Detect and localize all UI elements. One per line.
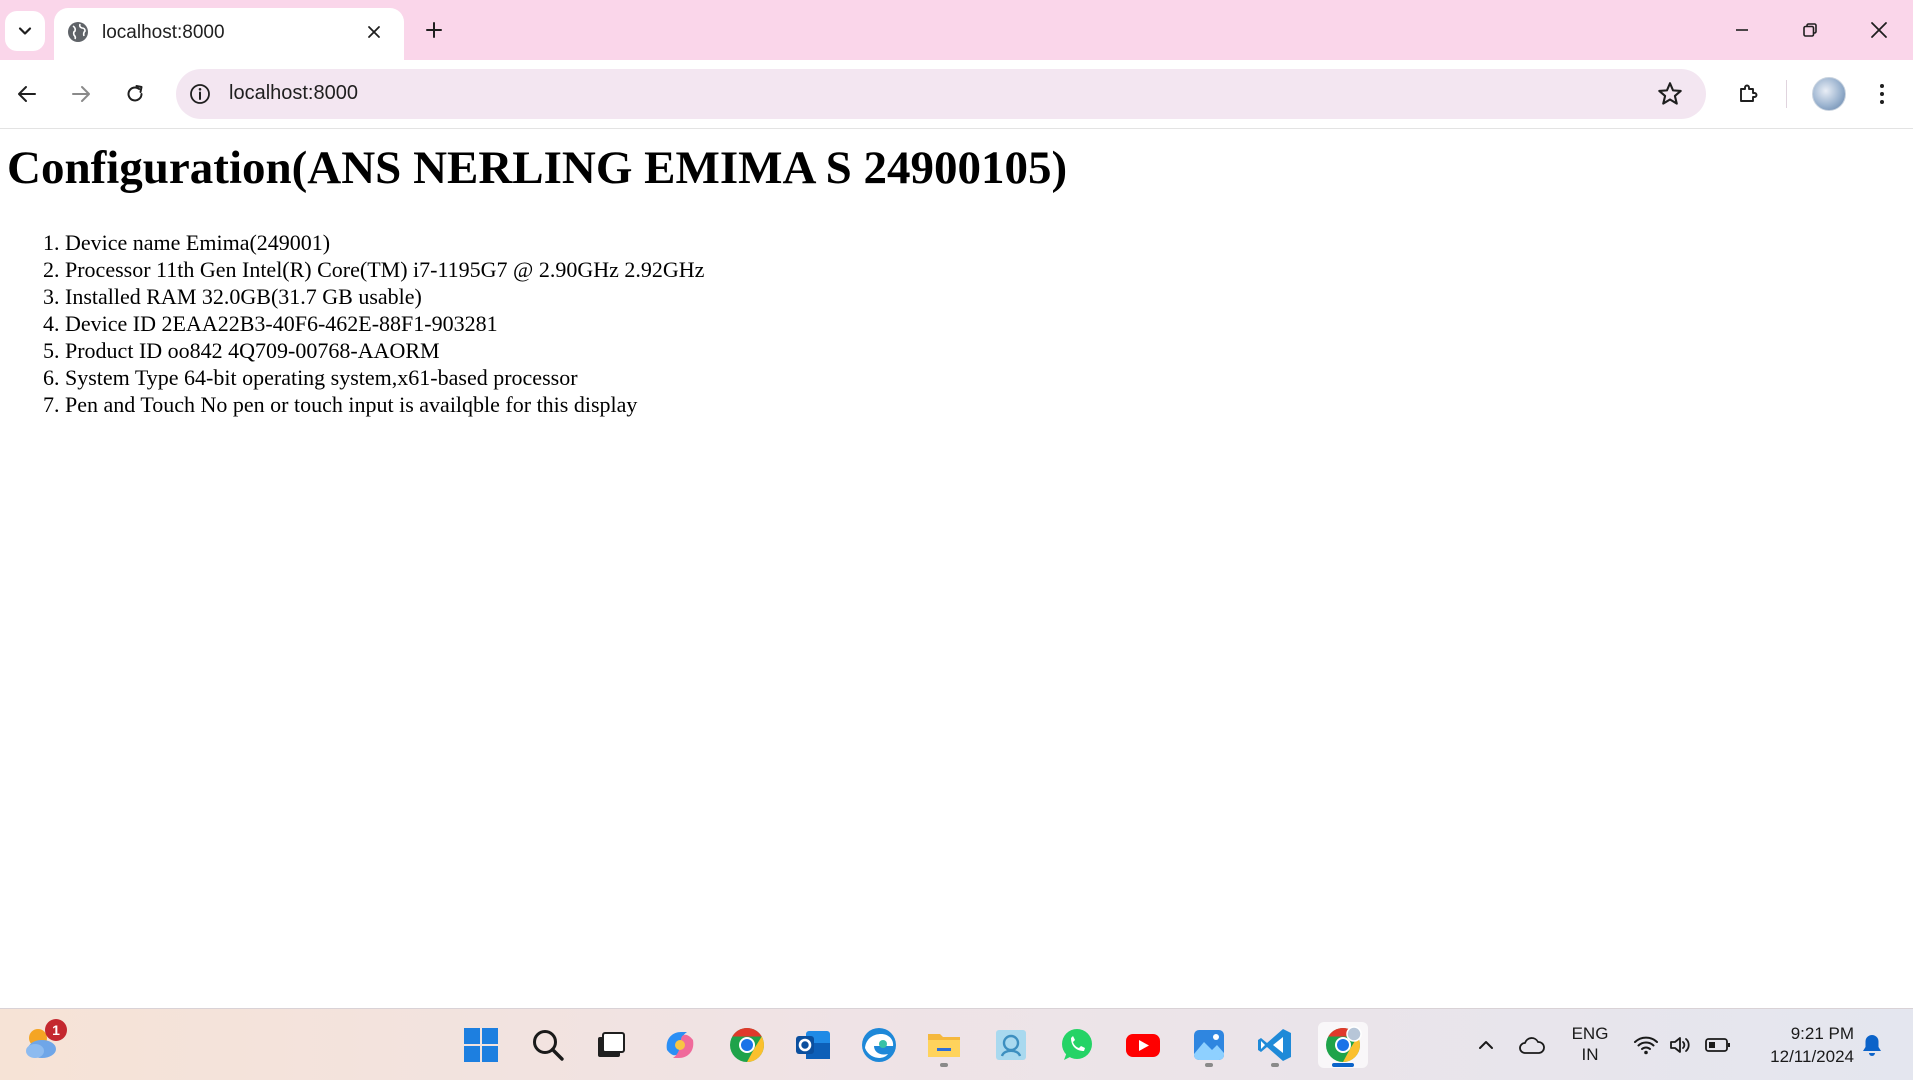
restore-button[interactable]: [1788, 14, 1832, 46]
list-item: System Type 64-bit operating system,x61-…: [65, 364, 704, 391]
youtube-icon: [1126, 1034, 1160, 1057]
clock[interactable]: 9:21 PM 12/11/2024: [1750, 1022, 1854, 1068]
bell-icon: [1863, 1035, 1881, 1056]
running-indicator: [1271, 1063, 1279, 1067]
vscode-button[interactable]: [1252, 1022, 1298, 1068]
list-item: Product ID oo842 4Q709-00768-AAORM: [65, 337, 704, 364]
edge-icon: [862, 1028, 896, 1062]
running-indicator: [940, 1063, 948, 1067]
reload-button[interactable]: [115, 74, 155, 114]
windows-icon: [464, 1028, 498, 1062]
restore-icon: [1803, 23, 1817, 37]
language-code: ENG: [1571, 1024, 1609, 1043]
search-icon: [533, 1030, 564, 1061]
file-explorer-button[interactable]: [921, 1022, 967, 1068]
menu-button[interactable]: [1862, 74, 1902, 114]
copilot-icon: [666, 1032, 694, 1058]
edge-button[interactable]: [856, 1022, 902, 1068]
chrome-icon: [1326, 1026, 1362, 1062]
show-hidden-icons-button[interactable]: [1472, 1031, 1500, 1059]
notification-badge: 1: [45, 1019, 67, 1041]
notifications-button[interactable]: [1858, 1031, 1886, 1059]
photos-icon: [1194, 1030, 1224, 1060]
whatsapp-button[interactable]: [1054, 1022, 1100, 1068]
search-button[interactable]: [525, 1022, 571, 1068]
volume-status[interactable]: [1667, 1031, 1695, 1059]
tab-search-button[interactable]: [5, 11, 45, 51]
photos-button[interactable]: [1186, 1022, 1232, 1068]
clock-date: 12/11/2024: [1770, 1047, 1854, 1066]
tab-close-button[interactable]: [362, 20, 386, 44]
close-window-button[interactable]: [1857, 14, 1901, 46]
arrow-right-icon: [72, 86, 90, 102]
language-indicator[interactable]: ENG IN: [1568, 1023, 1612, 1065]
wifi-status[interactable]: [1632, 1031, 1660, 1059]
reload-icon: [127, 85, 143, 102]
browser-toolbar: localhost:8000: [0, 60, 1913, 129]
list-item: Installed RAM 32.0GB(31.7 GB usable): [65, 283, 704, 310]
battery-icon: [1705, 1038, 1730, 1052]
wifi-icon: [1634, 1036, 1658, 1055]
kebab-menu-icon: [1880, 84, 1884, 104]
cloud-icon: [1519, 1037, 1545, 1054]
new-tab-button[interactable]: [420, 16, 448, 44]
browser-tab[interactable]: localhost:8000: [54, 8, 404, 60]
puzzle-icon: [1740, 84, 1758, 102]
copilot-button[interactable]: [657, 1022, 703, 1068]
task-view-button[interactable]: [588, 1022, 634, 1068]
chrome-icon: [730, 1028, 764, 1062]
clock-time: 9:21 PM: [1790, 1024, 1854, 1043]
running-indicator: [1205, 1063, 1213, 1067]
arrow-left-icon: [18, 86, 36, 102]
task-view-icon: [598, 1032, 625, 1057]
taskbar-chrome-profile[interactable]: [724, 1022, 770, 1068]
list-item: Device name Emima(249001): [65, 229, 704, 256]
globe-icon: [68, 22, 88, 42]
minimize-button[interactable]: [1720, 14, 1764, 46]
profile-avatar[interactable]: [1812, 77, 1846, 111]
info-icon[interactable]: [188, 82, 212, 106]
page-content: Configuration(ANS NERLING EMIMA S 249001…: [0, 129, 1913, 1008]
minimize-icon: [1736, 29, 1748, 31]
list-item: Pen and Touch No pen or touch input is a…: [65, 391, 704, 418]
plus-icon: [426, 22, 442, 38]
outlook-button[interactable]: [790, 1022, 836, 1068]
chevron-down-icon: [18, 27, 32, 35]
config-list: Device name Emima(249001) Processor 11th…: [0, 229, 704, 418]
tab-strip: localhost:8000: [0, 0, 1913, 60]
back-button[interactable]: [7, 74, 47, 114]
address-bar[interactable]: localhost:8000: [176, 69, 1706, 119]
close-icon: [1871, 22, 1887, 38]
vscode-icon: [1258, 1029, 1291, 1061]
active-indicator: [1332, 1063, 1354, 1067]
language-region: IN: [1581, 1045, 1599, 1064]
taskbar-app-button[interactable]: [988, 1022, 1034, 1068]
speaker-icon: [1670, 1037, 1690, 1053]
toolbar-divider: [1786, 80, 1787, 108]
list-item: Processor 11th Gen Intel(R) Core(TM) i7-…: [65, 256, 704, 283]
chevron-up-icon: [1479, 1041, 1493, 1049]
tab-title: localhost:8000: [102, 22, 225, 43]
whatsapp-icon: [1062, 1029, 1092, 1060]
youtube-button[interactable]: [1120, 1022, 1166, 1068]
taskbar-chrome-active[interactable]: [1318, 1022, 1368, 1068]
page-title: Configuration(ANS NERLING EMIMA S 249001…: [7, 142, 1068, 194]
start-button[interactable]: [458, 1022, 504, 1068]
taskbar: 1 ENG IN 9:21 PM 12/11/2024: [0, 1008, 1913, 1080]
app-frame-icon: [996, 1030, 1026, 1060]
extensions-button[interactable]: [1728, 74, 1768, 114]
folder-icon: [928, 1034, 960, 1057]
url-text[interactable]: localhost:8000: [229, 82, 358, 105]
forward-button[interactable]: [61, 74, 101, 114]
list-item: Device ID 2EAA22B3-40F6-462E-88F1-903281: [65, 310, 704, 337]
star-icon[interactable]: [1656, 80, 1684, 108]
battery-status[interactable]: [1704, 1031, 1732, 1059]
close-icon: [368, 26, 380, 38]
outlook-icon: [796, 1031, 830, 1059]
onedrive-button[interactable]: [1518, 1031, 1546, 1059]
